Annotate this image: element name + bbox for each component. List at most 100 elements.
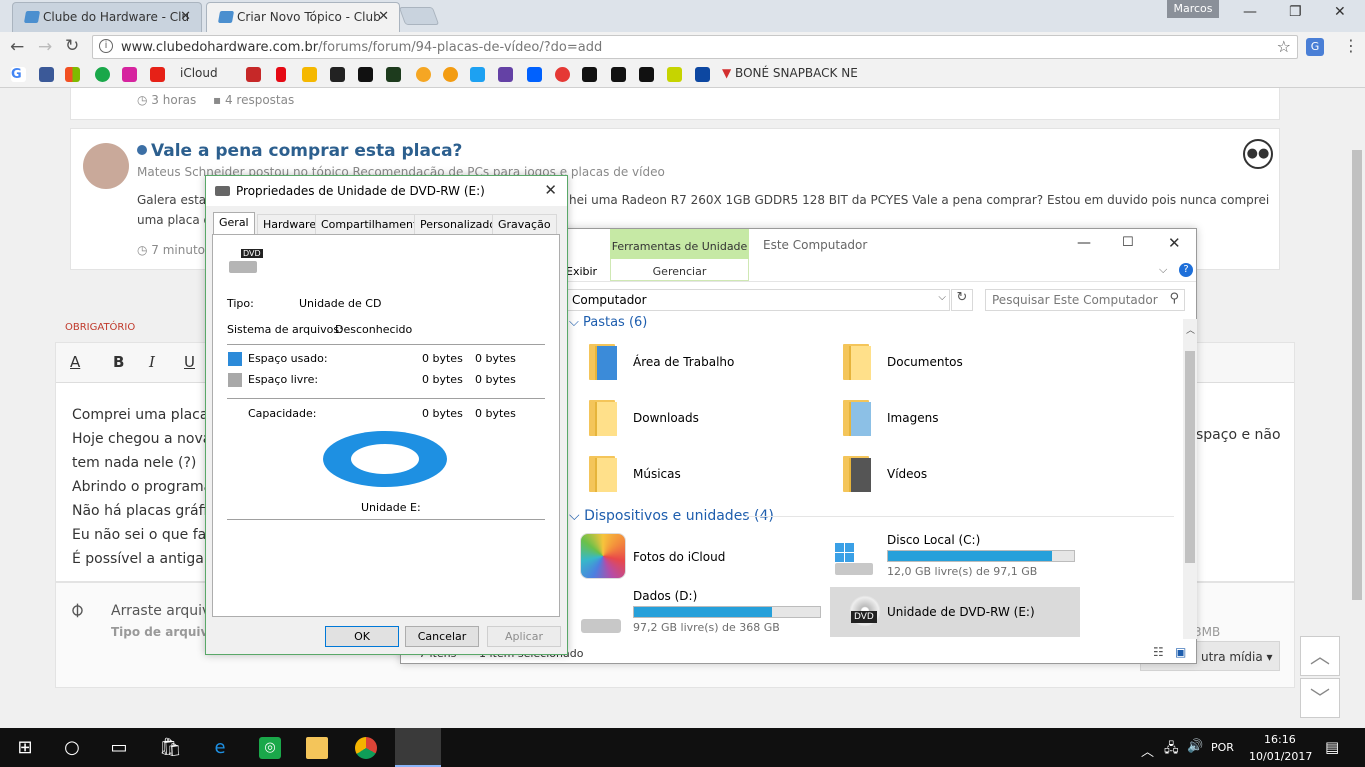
store-icon[interactable]: 🛍 xyxy=(159,737,182,759)
info-icon[interactable]: i xyxy=(99,39,113,53)
dvd-drive-name[interactable]: Unidade de DVD-RW (E:) xyxy=(887,605,1035,619)
editor-content[interactable]: Comprei uma placa d Hoje chegou a nova, … xyxy=(72,403,226,571)
chat-bubble-icon[interactable]: ●● xyxy=(1243,139,1273,169)
netflix-bookmark-icon[interactable] xyxy=(276,67,286,82)
page-scrollbar[interactable] xyxy=(1351,92,1363,600)
disk-d-name[interactable]: Dados (D:) xyxy=(633,589,697,603)
address-bar[interactable]: i www.clubedohardware.com.br/forums/foru… xyxy=(92,35,1298,59)
properties-dialog[interactable]: Propriedades de Unidade de DVD-RW (E:) ✕… xyxy=(205,175,568,655)
details-view-icon[interactable]: ☷ xyxy=(1153,645,1164,659)
start-windows-icon[interactable]: ⊞ xyxy=(14,737,36,759)
bookmark-icloud[interactable]: iCloud xyxy=(180,66,218,80)
facebook-bookmark-icon[interactable] xyxy=(39,67,54,82)
font-color-icon[interactable]: A xyxy=(70,353,80,371)
bookmark-icon[interactable] xyxy=(358,67,373,82)
bookmark-star-icon[interactable]: ☆ xyxy=(1277,37,1291,56)
scroll-down-button[interactable]: ﹀ xyxy=(1300,678,1340,718)
close-window-icon[interactable]: ✕ xyxy=(1334,4,1346,20)
bookmark-icon[interactable] xyxy=(611,67,626,82)
bookmark-icon[interactable] xyxy=(330,67,345,82)
minimize-icon[interactable]: — xyxy=(1243,4,1257,20)
twitter-bookmark-icon[interactable] xyxy=(470,67,485,82)
language-indicator[interactable]: POR xyxy=(1211,741,1234,754)
edge-icon[interactable]: e xyxy=(209,737,231,759)
tab-personalizado[interactable]: Personalizado xyxy=(414,214,503,234)
ok-button[interactable]: OK xyxy=(325,626,399,647)
tiles-view-icon[interactable]: ▣ xyxy=(1175,645,1186,659)
apply-button[interactable]: Aplicar xyxy=(487,626,561,647)
tab-clube-do-hardware[interactable]: Clube do Hardware - Clu ✕ xyxy=(12,2,202,32)
folder-desktop[interactable]: Área de Trabalho xyxy=(633,355,734,369)
menu-icon[interactable]: ⋮ xyxy=(1343,36,1359,55)
bookmark-icon[interactable] xyxy=(667,67,682,82)
bookmark-icon[interactable] xyxy=(639,67,654,82)
taskbar-dvd-properties[interactable] xyxy=(395,728,441,767)
bookmark-icon[interactable] xyxy=(386,67,401,82)
folder-videos[interactable]: Vídeos xyxy=(887,467,927,481)
new-tab-button[interactable] xyxy=(398,7,440,25)
address-bar[interactable]: Computador ⌵ xyxy=(566,289,950,311)
bookmark-icon[interactable] xyxy=(555,67,570,82)
reload-icon[interactable]: ↻ xyxy=(65,36,79,56)
underline-icon[interactable]: U xyxy=(184,353,195,371)
minimize-icon[interactable]: — xyxy=(1077,235,1091,251)
network-icon[interactable]: 🖧 xyxy=(1164,739,1179,761)
twitch-bookmark-icon[interactable] xyxy=(498,67,513,82)
notifications-icon[interactable]: ▤ xyxy=(1325,738,1339,756)
bookmark-icon[interactable] xyxy=(582,67,597,82)
refresh-icon[interactable]: ↻ xyxy=(951,289,973,311)
chrome-icon[interactable] xyxy=(355,737,377,759)
back-icon[interactable]: ← xyxy=(10,37,24,57)
avatar[interactable] xyxy=(83,143,129,189)
search-input[interactable]: Pesquisar Este Computador ⚲ xyxy=(985,289,1185,311)
bookmark-icon[interactable] xyxy=(443,67,458,82)
folder-pictures[interactable]: Imagens xyxy=(887,411,938,425)
dropbox-bookmark-icon[interactable] xyxy=(527,67,542,82)
tab-hardware[interactable]: Hardware xyxy=(257,214,323,234)
help-icon[interactable]: ? xyxy=(1179,263,1193,277)
file-explorer-icon[interactable] xyxy=(306,737,328,759)
disk-c-name[interactable]: Disco Local (C:) xyxy=(887,533,980,547)
tab-geral[interactable]: Geral xyxy=(213,212,255,235)
bold-icon[interactable]: B xyxy=(113,353,124,371)
clock-date[interactable]: 10/01/2017 xyxy=(1249,750,1312,763)
translate-extension-icon[interactable]: G xyxy=(1306,38,1324,56)
profile-button[interactable]: Marcos xyxy=(1167,0,1219,18)
folder-music[interactable]: Músicas xyxy=(633,467,681,481)
topic-title[interactable]: Vale a pena comprar esta placa? xyxy=(151,141,462,161)
forward-icon[interactable]: → xyxy=(38,37,52,57)
ribbon-tab-drive-tools[interactable]: Ferramentas de Unidade xyxy=(610,229,749,259)
close-tab-icon[interactable]: ✕ xyxy=(180,9,191,24)
explorer-scrollbar[interactable]: ︿ xyxy=(1183,319,1197,639)
bookmark-icon[interactable] xyxy=(695,67,710,82)
page-scrollbar-thumb[interactable] xyxy=(1352,150,1362,600)
youtube-bookmark-icon[interactable] xyxy=(150,67,165,82)
maximize-icon[interactable]: ☐ xyxy=(1122,235,1134,250)
explorer-scrollbar-thumb[interactable] xyxy=(1185,351,1195,563)
close-dialog-icon[interactable]: ✕ xyxy=(544,181,557,199)
folder-documents[interactable]: Documentos xyxy=(887,355,963,369)
tab-criar-novo-topico[interactable]: Criar Novo Tópico - Club ✕ xyxy=(206,2,400,32)
instagram-bookmark-icon[interactable] xyxy=(122,67,137,82)
bookmark-icon[interactable] xyxy=(302,67,317,82)
scroll-up-icon[interactable]: ︿ xyxy=(1186,323,1195,336)
task-view-icon[interactable]: ▭ xyxy=(108,737,130,759)
tab-compartilhamento[interactable]: Compartilhamento xyxy=(315,214,431,234)
bookmark-icon[interactable] xyxy=(95,67,110,82)
devices-section-header[interactable]: ⌵ Dispositivos e unidades (4) xyxy=(569,508,774,524)
close-window-icon[interactable]: ✕ xyxy=(1168,234,1181,252)
folders-section-header[interactable]: ⌵ Pastas (6) xyxy=(569,315,647,330)
cancel-button[interactable]: Cancelar xyxy=(405,626,479,647)
bookmark-icon[interactable] xyxy=(246,67,261,82)
show-hidden-icons-icon[interactable]: ︿ xyxy=(1141,741,1154,760)
icloud-photos[interactable]: Fotos do iCloud xyxy=(633,550,725,564)
maximize-icon[interactable]: ❐ xyxy=(1289,4,1302,20)
ribbon-tab-manage[interactable]: Gerenciar xyxy=(610,259,749,281)
microsoft-bookmark-icon[interactable] xyxy=(65,67,80,82)
tab-gravacao[interactable]: Gravação xyxy=(492,214,557,234)
chevron-down-icon[interactable]: ⌵ xyxy=(938,292,946,303)
expand-ribbon-icon[interactable]: ⌵ xyxy=(1159,263,1167,277)
volume-icon[interactable]: 🔊 xyxy=(1187,739,1203,754)
bookmark-icon[interactable] xyxy=(416,67,431,82)
cortana-icon[interactable]: ○ xyxy=(61,737,83,759)
